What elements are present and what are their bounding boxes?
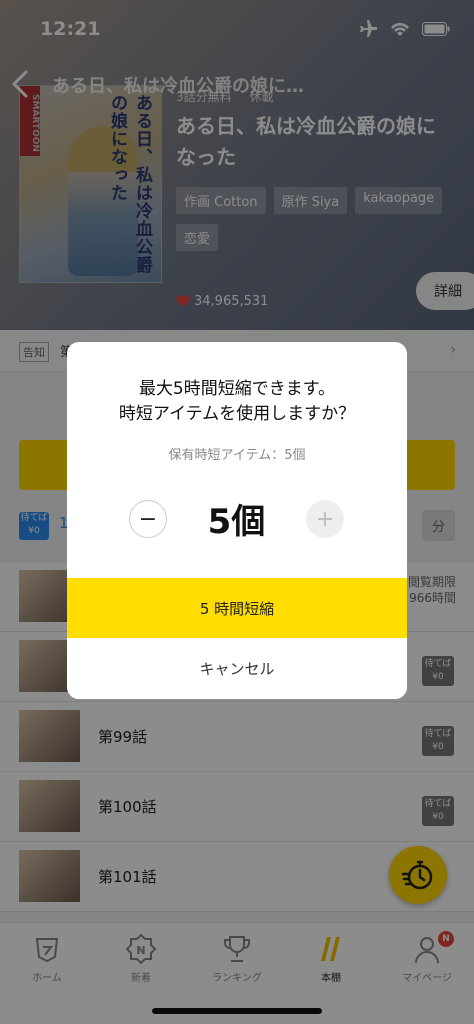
decrease-button[interactable]: − xyxy=(129,500,167,538)
confirm-shorten-button[interactable]: 5 時間短縮 xyxy=(67,578,407,638)
increase-button[interactable]: + xyxy=(306,500,344,538)
time-shortcut-dialog: 最大5時間短縮できます。 時短アイテムを使用しますか？ 保有時短アイテム：5個 … xyxy=(67,342,407,699)
cancel-button[interactable]: キャンセル xyxy=(67,638,407,699)
dialog-title-line2: 時短アイテムを使用しますか？ xyxy=(118,404,356,424)
owned-items-text: 保有時短アイテム：5個 xyxy=(168,448,306,463)
dialog-title: 最大5時間短縮できます。 時短アイテムを使用しますか？ xyxy=(67,377,407,427)
dialog-title-line1: 最大5時間短縮できます。 xyxy=(138,379,336,399)
quantity-value: 5個 xyxy=(207,502,266,542)
